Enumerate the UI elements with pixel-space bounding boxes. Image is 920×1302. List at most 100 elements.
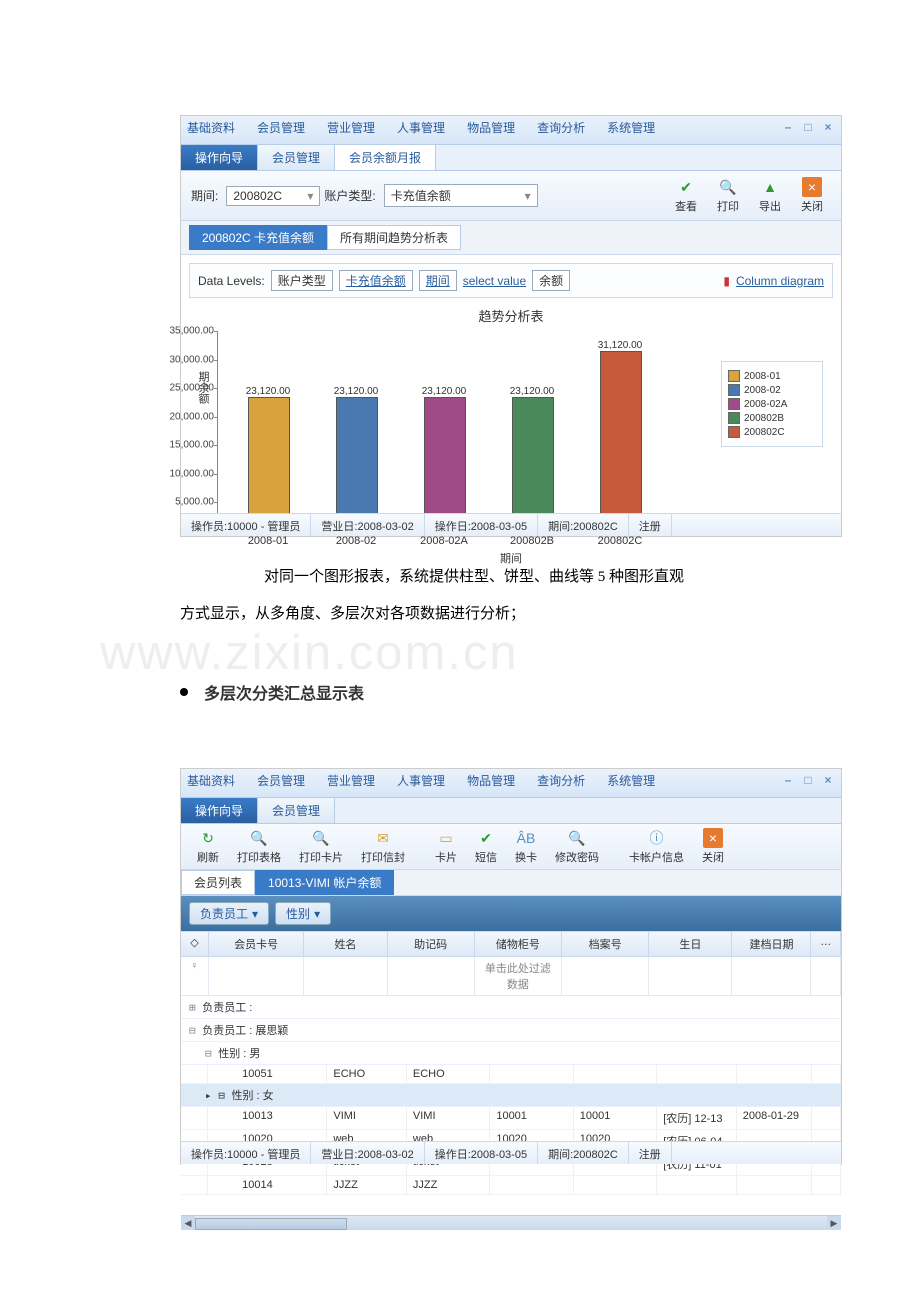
menu2-goods[interactable]: 物品管理 <box>467 772 515 794</box>
sms-button[interactable]: ✔短信 <box>467 828 505 865</box>
menu-bar: 基础资料 会员管理 营业管理 人事管理 物品管理 查询分析 系统管理 – □ × <box>181 116 841 145</box>
level-balance[interactable]: 余额 <box>532 270 570 291</box>
watermark: www.zixin.com.cn <box>100 625 519 681</box>
status2-period: 期间:200802C <box>538 1142 629 1164</box>
scroll-thumb[interactable] <box>195 1218 347 1230</box>
menu-biz[interactable]: 营业管理 <box>327 119 375 141</box>
view-button[interactable]: ✔查看 <box>667 177 705 214</box>
minimize-icon-2[interactable]: – <box>781 773 795 787</box>
check-icon: ✔ <box>676 177 696 197</box>
export-button[interactable]: ▲导出 <box>751 177 789 214</box>
chart-icon: ▮ <box>723 274 730 288</box>
col-card[interactable]: 会员卡号 <box>209 932 305 956</box>
scroll-right-icon[interactable]: ▶ <box>827 1216 841 1230</box>
menu2-biz[interactable]: 营业管理 <box>327 772 375 794</box>
menu-member[interactable]: 会员管理 <box>257 119 305 141</box>
group-pill-staff[interactable]: 负责员工▾ <box>189 902 269 925</box>
period-label: 期间: <box>191 187 218 204</box>
subtab-trend[interactable]: 所有期间趋势分析表 <box>327 225 461 250</box>
account-type-label: 账户类型: <box>324 187 375 204</box>
grid-filter-row[interactable]: ♀ 单击此处过滤数据 <box>181 957 841 996</box>
col-birthday[interactable]: 生日 <box>649 932 732 956</box>
account-type-dropdown[interactable]: 卡充值余额 <box>384 184 538 207</box>
menu2-query[interactable]: 查询分析 <box>537 772 585 794</box>
table-row[interactable]: 10013VIMIVIMI1000110001[农历] 12-132008-01… <box>181 1107 841 1130</box>
menu-goods[interactable]: 物品管理 <box>467 119 515 141</box>
scroll-left-icon[interactable]: ◀ <box>181 1216 195 1230</box>
refresh-button[interactable]: ↻刷新 <box>189 828 227 865</box>
col-file[interactable]: 档案号 <box>562 932 649 956</box>
col-code[interactable]: 助记码 <box>388 932 475 956</box>
chevron-down-icon: ▾ <box>252 907 258 921</box>
print-icon: 🔍 <box>718 177 738 197</box>
close-button[interactable]: ×关闭 <box>793 177 831 214</box>
col-create-date[interactable]: 建档日期 <box>732 932 811 956</box>
group-pill-gender[interactable]: 性别▾ <box>275 902 331 925</box>
table-row[interactable]: 10051 ECHO ECHO <box>181 1065 841 1084</box>
account-info-button[interactable]: ⓘ卡帐户信息 <box>621 828 692 865</box>
menu2-base[interactable]: 基础资料 <box>187 772 235 794</box>
export-icon: ▲ <box>760 177 780 197</box>
level-period[interactable]: 期间 <box>419 270 457 291</box>
password-button[interactable]: 🔍修改密码 <box>547 828 607 865</box>
level-card-balance[interactable]: 卡充值余额 <box>339 270 413 291</box>
maximize-icon[interactable]: □ <box>801 120 815 134</box>
col-more: … <box>811 932 841 956</box>
group-staff-zhan[interactable]: ⊟ 负责员工 : 展思颖 <box>181 1019 841 1042</box>
group-staff-empty[interactable]: ⊞ 负责员工 : <box>181 996 841 1019</box>
print-card-icon: 🔍 <box>311 828 331 848</box>
table-row[interactable]: 10014JJZZJJZZ <box>181 1176 841 1195</box>
grid-header: ◇ 会员卡号 姓名 助记码 储物柜号 档案号 生日 建档日期 … <box>181 931 841 957</box>
print-card-button[interactable]: 🔍打印卡片 <box>291 828 351 865</box>
menu2-system[interactable]: 系统管理 <box>607 772 655 794</box>
sms-icon: ✔ <box>476 828 496 848</box>
close-x-icon: × <box>802 177 822 197</box>
swap-icon: ÂB <box>516 828 536 848</box>
menu-hr[interactable]: 人事管理 <box>397 119 445 141</box>
subtab-current[interactable]: 200802C 卡充值余额 <box>189 225 327 250</box>
col-locker[interactable]: 储物柜号 <box>475 932 562 956</box>
period-dropdown[interactable]: 200802C <box>226 186 320 206</box>
chart-title: 趋势分析表 <box>191 306 831 325</box>
info-icon: ⓘ <box>647 828 667 848</box>
select-value-link[interactable]: select value <box>463 274 526 288</box>
tab-member-mgmt[interactable]: 会员管理 <box>258 145 335 170</box>
maximize-icon-2[interactable]: □ <box>801 773 815 787</box>
horizontal-scrollbar[interactable]: ◀ ▶ <box>181 1215 841 1230</box>
menu2-member[interactable]: 会员管理 <box>257 772 305 794</box>
close-icon-2[interactable]: × <box>821 773 835 787</box>
level-account-type[interactable]: 账户类型 <box>271 270 333 291</box>
tab-strip-2: 操作向导 会员管理 <box>181 798 841 824</box>
menu-base[interactable]: 基础资料 <box>187 119 235 141</box>
card-button[interactable]: ▭卡片 <box>427 828 465 865</box>
menu-query[interactable]: 查询分析 <box>537 119 585 141</box>
menu2-hr[interactable]: 人事管理 <box>397 772 445 794</box>
tab-balance-report[interactable]: 会员余额月报 <box>335 145 436 170</box>
column-diagram-link[interactable]: Column diagram <box>736 274 824 288</box>
col-name[interactable]: 姓名 <box>304 932 387 956</box>
group-gender-female[interactable]: ▸ ⊟ 性别 : 女 <box>181 1084 841 1107</box>
subtab-member-list[interactable]: 会员列表 <box>181 870 255 895</box>
tab2-mgmt[interactable]: 会员管理 <box>258 798 335 823</box>
minimize-icon[interactable]: – <box>781 120 795 134</box>
tab-nav[interactable]: 操作向导 <box>181 145 258 170</box>
group-gender-male[interactable]: ⊟ 性别 : 男 <box>181 1042 841 1065</box>
menu-system[interactable]: 系统管理 <box>607 119 655 141</box>
data-levels-bar: Data Levels: 账户类型 卡充值余额 期间 select value … <box>189 263 833 298</box>
subtab-account-detail[interactable]: 10013-VIMI 帐户余额 <box>255 870 394 895</box>
paragraph-1: 对同一个图形报表，系统提供柱型、饼型、曲线等 5 种图形直观 <box>180 560 850 595</box>
toolbar-2: ↻刷新 🔍打印表格 🔍打印卡片 ✉打印信封 ▭卡片 ✔短信 ÂB换卡 🔍修改密码… <box>181 824 841 870</box>
print-button[interactable]: 🔍打印 <box>709 177 747 214</box>
status-register: 注册 <box>629 514 672 536</box>
print-table-button[interactable]: 🔍打印表格 <box>229 828 289 865</box>
status-bar: 操作员:10000 - 管理员 营业日:2008-03-02 操作日:2008-… <box>181 513 841 536</box>
close-button-2[interactable]: ×关闭 <box>694 828 732 865</box>
grid-subtabs: 会员列表 10013-VIMI 帐户余额 <box>181 870 841 896</box>
tab2-nav[interactable]: 操作向导 <box>181 798 258 823</box>
status-op-date: 操作日:2008-03-05 <box>425 514 538 536</box>
swap-card-button[interactable]: ÂB换卡 <box>507 828 545 865</box>
status-operator: 操作员:10000 - 管理员 <box>181 514 311 536</box>
data-levels-label: Data Levels: <box>198 274 265 288</box>
print-envelope-button[interactable]: ✉打印信封 <box>353 828 413 865</box>
close-icon[interactable]: × <box>821 120 835 134</box>
